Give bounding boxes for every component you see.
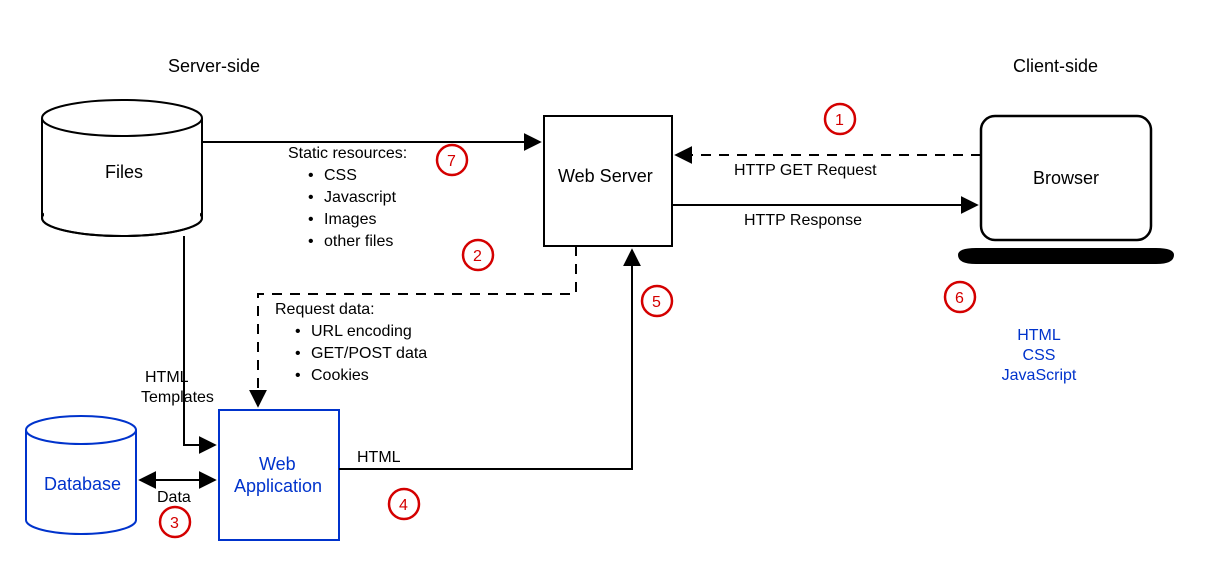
client-tech-list: HTML CSS JavaScript [1002, 327, 1077, 384]
http-response-label: HTTP Response [744, 212, 862, 229]
marker-3: 3 [160, 507, 190, 537]
header-server: Server-side [168, 56, 260, 76]
svg-text:1: 1 [835, 112, 844, 129]
header-client: Client-side [1013, 56, 1098, 76]
database-node: Database [26, 416, 136, 534]
svg-text:Images: Images [324, 211, 376, 228]
web-app-label-2: Application [234, 476, 322, 496]
files-node: Files [42, 100, 202, 236]
marker-1: 1 [825, 104, 855, 134]
marker-2: 2 [463, 240, 493, 270]
svg-text:other files: other files [324, 233, 393, 250]
arrow-files-to-app [184, 236, 215, 445]
data-label: Data [157, 489, 191, 506]
svg-text:•: • [308, 167, 314, 184]
html-label: HTML [357, 449, 401, 466]
svg-text:HTML: HTML [1017, 327, 1061, 344]
request-data-list: Request data: • URL encoding • GET/POST da… [275, 301, 427, 384]
svg-text:•: • [308, 211, 314, 228]
marker-4: 4 [389, 489, 419, 519]
svg-text:3: 3 [170, 515, 179, 532]
svg-text:Static resources:: Static resources: [288, 145, 407, 162]
svg-text:URL encoding: URL encoding [311, 323, 412, 340]
web-server-node: Web Server [544, 116, 672, 246]
browser-node: Browser [958, 116, 1174, 264]
svg-text:•: • [295, 323, 301, 340]
files-label: Files [105, 162, 143, 182]
svg-text:2: 2 [473, 248, 482, 265]
svg-text:•: • [295, 367, 301, 384]
browser-label: Browser [1033, 168, 1099, 188]
svg-text:Cookies: Cookies [311, 367, 369, 384]
svg-text:7: 7 [447, 153, 456, 170]
svg-text:•: • [308, 233, 314, 250]
svg-text:6: 6 [955, 290, 964, 307]
svg-text:•: • [308, 189, 314, 206]
svg-text:JavaScript: JavaScript [1002, 367, 1077, 384]
web-server-label: Web Server [558, 166, 653, 186]
html-templates-label-1: HTML [145, 369, 189, 386]
svg-text:GET/POST data: GET/POST data [311, 345, 427, 362]
static-resources-list: Static resources: • CSS • Javascript • Imag… [288, 145, 407, 250]
marker-5: 5 [642, 286, 672, 316]
svg-text:CSS: CSS [324, 167, 357, 184]
database-label: Database [44, 474, 121, 494]
marker-7: 7 [437, 145, 467, 175]
svg-text:CSS: CSS [1023, 347, 1056, 364]
http-get-label: HTTP GET Request [734, 162, 877, 179]
arrow-server-to-app [258, 246, 576, 406]
svg-text:Request data:: Request data: [275, 301, 375, 318]
html-templates-label-2: Templates [141, 389, 214, 406]
svg-text:Javascript: Javascript [324, 189, 397, 206]
web-app-label-1: Web [259, 454, 296, 474]
svg-text:•: • [295, 345, 301, 362]
marker-6: 6 [945, 282, 975, 312]
svg-text:4: 4 [399, 497, 408, 514]
svg-text:5: 5 [652, 294, 661, 311]
web-application-node: Web Application [219, 410, 339, 540]
